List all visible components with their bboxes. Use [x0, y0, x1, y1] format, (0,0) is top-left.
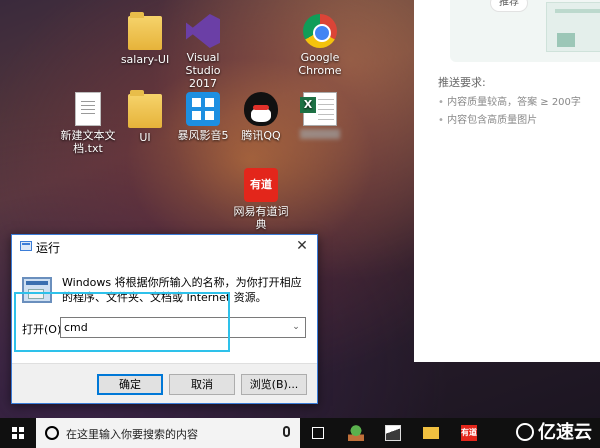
- desktop-icon-label: 暴风影音5: [177, 129, 229, 142]
- start-button[interactable]: [0, 418, 36, 448]
- open-label: 打开(O):: [22, 323, 65, 336]
- desktop-icon-label: Visual Studio 2017: [185, 51, 221, 90]
- desktop-icon-baofeng[interactable]: 暴风影音5: [171, 92, 235, 142]
- yisu-cloud-logo-icon: [516, 423, 534, 441]
- open-combobox[interactable]: ⌄: [60, 317, 306, 338]
- taskbar-app-file-explorer[interactable]: [414, 418, 448, 448]
- desktop-icon-visual-studio[interactable]: Visual Studio 2017: [171, 14, 235, 90]
- desktop-icon-label: 腾讯QQ: [241, 129, 281, 142]
- open-input[interactable]: [61, 318, 287, 337]
- desktop-icon-ui[interactable]: UI: [113, 90, 177, 144]
- desktop-icon-excel-file[interactable]: [288, 92, 352, 142]
- recommend-badge: 推荐: [490, 0, 528, 12]
- qq-penguin-icon: [244, 92, 278, 126]
- folder-icon: [128, 12, 162, 50]
- desktop-icon-salary-ui[interactable]: salary-UI: [113, 12, 177, 66]
- windows-logo-icon: [12, 427, 24, 439]
- folder-icon: [128, 90, 162, 128]
- cancel-button[interactable]: 取消: [169, 374, 235, 395]
- run-app-icon: [20, 241, 32, 251]
- requirement-item: 内容质量较高，答案 ≥ 200字: [438, 94, 581, 112]
- excel-file-icon: [300, 92, 337, 126]
- run-dialog-description: Windows 将根据你所输入的名称，为你打开相应的程序、文件夹、文档或 Int…: [62, 276, 302, 304]
- run-dialog-footer: 确定 取消 浏览(B)...: [12, 363, 317, 403]
- ok-button[interactable]: 确定: [97, 374, 163, 395]
- desktop-icon-google-chrome[interactable]: Google Chrome: [288, 14, 352, 77]
- run-dialog-title: 运行: [36, 241, 61, 255]
- article-side-panel: 推荐 推送要求: 内容质量较高，答案 ≥ 200字 内容包含高质量图片: [414, 0, 600, 362]
- watermark-text: 亿速云: [538, 422, 592, 443]
- photos-icon: [385, 425, 401, 441]
- text-document-icon: [75, 92, 101, 126]
- youdao-dict-icon: 有道: [461, 425, 477, 441]
- taskbar-search-placeholder: 在这里输入你要搜索的内容: [66, 428, 198, 441]
- taskbar-app-youdao[interactable]: 有道: [452, 418, 486, 448]
- desktop-icon-new-text-document[interactable]: 新建文本文档.txt: [56, 92, 120, 155]
- desktop-icon-tencent-qq[interactable]: 腾讯QQ: [229, 92, 293, 142]
- recommend-card: 推荐: [450, 0, 600, 62]
- folder-icon: [423, 427, 439, 439]
- browse-button[interactable]: 浏览(B)...: [241, 374, 307, 395]
- close-icon[interactable]: ✕: [289, 236, 315, 256]
- baofeng-player-icon: [186, 92, 220, 126]
- taskbar-app-plant[interactable]: [339, 418, 373, 448]
- watermark: 亿速云: [516, 421, 592, 445]
- plant-app-icon: [348, 425, 364, 441]
- run-dialog: 运行 ✕ Windows 将根据你所输入的名称，为你打开相应的程序、文件夹、文档…: [11, 234, 318, 404]
- chevron-down-icon[interactable]: ⌄: [289, 320, 303, 335]
- taskbar: 在这里输入你要搜索的内容 有道 亿速云: [0, 418, 600, 448]
- desktop-icon-label: 新建文本文档.txt: [60, 129, 116, 155]
- task-view-button[interactable]: [301, 418, 335, 448]
- desktop-icon-label: 网易有道词典: [233, 205, 289, 231]
- desktop-icon-youdao-dict[interactable]: 有道 网易有道词典: [229, 168, 293, 231]
- run-dialog-body: Windows 将根据你所输入的名称，为你打开相应的程序、文件夹、文档或 Int…: [12, 257, 317, 363]
- requirements-list: 内容质量较高，答案 ≥ 200字 内容包含高质量图片: [438, 94, 581, 130]
- run-program-icon: [22, 277, 52, 303]
- desktop-icon-label-blurred: [288, 129, 352, 142]
- microphone-icon[interactable]: [283, 426, 290, 437]
- desktop-icon-label: UI: [139, 131, 151, 144]
- taskbar-search-box[interactable]: 在这里输入你要搜索的内容: [36, 418, 300, 448]
- run-dialog-titlebar[interactable]: 运行 ✕: [12, 235, 317, 257]
- task-view-icon: [312, 427, 324, 439]
- desktop-icon-label: Google Chrome: [298, 51, 342, 77]
- cortana-circle-icon: [45, 426, 59, 440]
- visual-studio-icon: [186, 14, 220, 48]
- desktop-icon-label: salary-UI: [120, 53, 170, 66]
- requirements-title: 推送要求:: [438, 76, 486, 89]
- taskbar-app-photos[interactable]: [376, 418, 410, 448]
- requirement-item: 内容包含高质量图片: [438, 112, 581, 130]
- youdao-dict-icon: 有道: [244, 168, 278, 202]
- illustration-image: [546, 2, 600, 52]
- chrome-icon: [303, 14, 337, 48]
